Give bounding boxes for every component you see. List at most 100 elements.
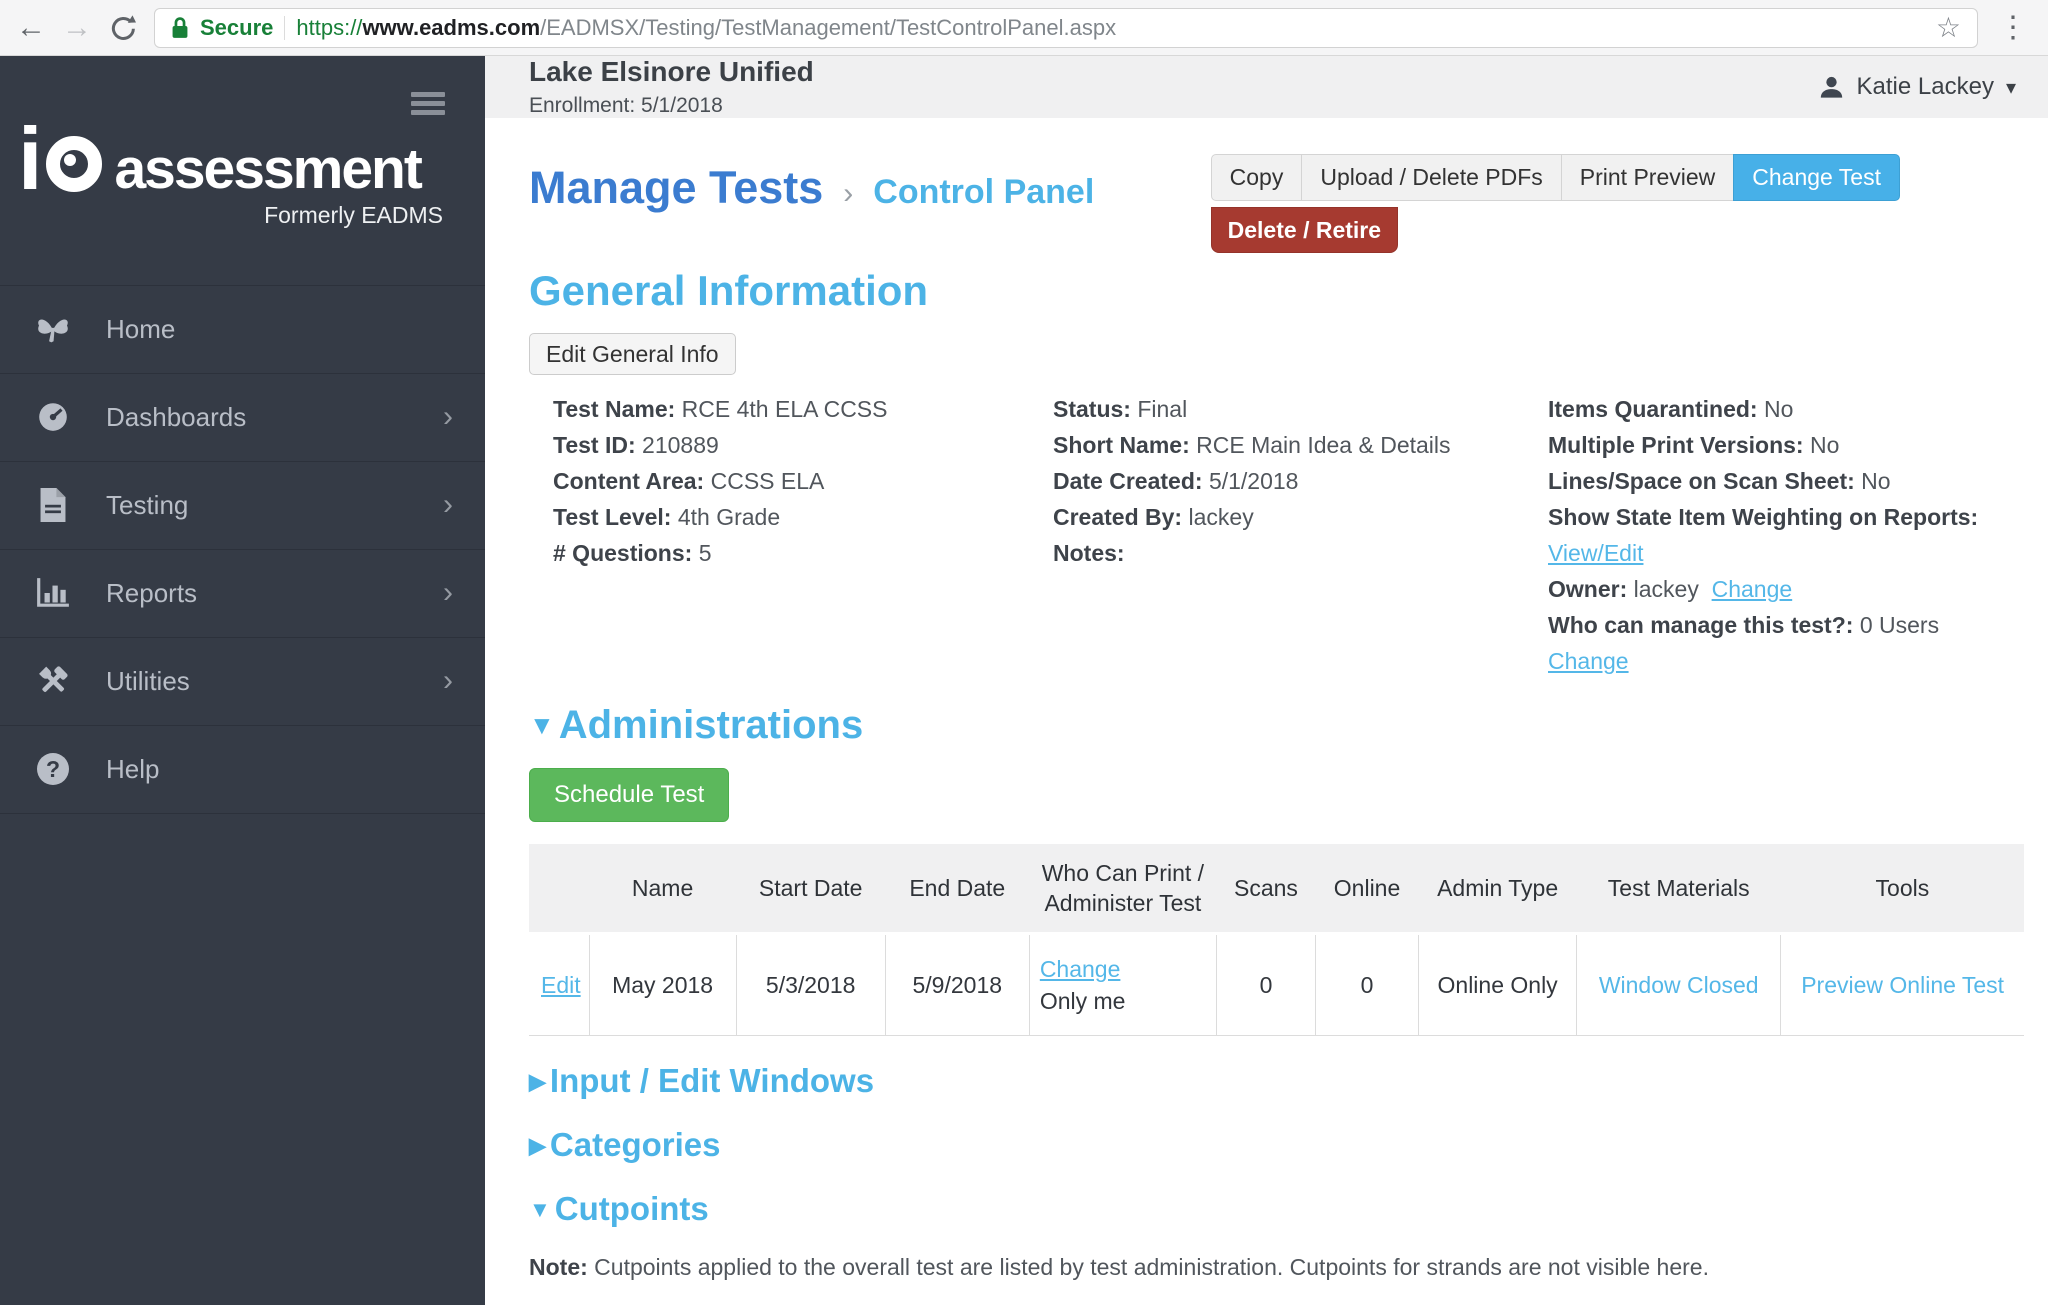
owner-change-link[interactable]: Change — [1712, 576, 1793, 602]
input-edit-windows-heading[interactable]: ▶ Input / Edit Windows — [529, 1062, 2024, 1100]
app-logo: i assessment Formerly EADMS — [0, 109, 485, 229]
preview-online-test-link[interactable]: Preview Online Test — [1801, 972, 2004, 998]
delete-retire-button[interactable]: Delete / Retire — [1210, 207, 1399, 253]
bar-chart-icon — [32, 577, 74, 609]
url-separator — [284, 15, 286, 40]
logo-letter-i: i — [18, 109, 43, 208]
collapse-closed-icon: ▶ — [529, 1133, 546, 1158]
url-path: /EADMSX/Testing/TestManagement/TestContr… — [540, 14, 1117, 40]
breadcrumb-separator-icon: › — [843, 177, 854, 210]
chevron-right-icon: › — [443, 576, 453, 610]
cell-name: May 2018 — [588, 933, 737, 1036]
main-panel: Lake Elsinore Unified Enrollment: 5/1/20… — [485, 56, 2048, 1305]
manage-change-link[interactable]: Change — [1548, 648, 1629, 674]
field-who-can-manage: Who can manage this test?: 0 Users Chang… — [1548, 612, 1940, 674]
back-icon[interactable]: ← — [16, 12, 46, 43]
field-lines-space-scan-sheet: Lines/Space on Scan Sheet: No — [1548, 468, 1891, 494]
sidebar-toggle-icon[interactable] — [411, 92, 445, 115]
cell-scans: 0 — [1215, 933, 1316, 1036]
secure-label: Secure — [200, 14, 274, 40]
sidebar-item-reports[interactable]: Reports › — [0, 550, 485, 638]
logo-wordmark: assessment — [114, 137, 422, 202]
field-status: Status: Final — [1053, 396, 1188, 422]
field-short-name: Short Name: RCE Main Idea & Details — [1053, 432, 1451, 458]
sidebar-item-home[interactable]: Home — [0, 286, 485, 374]
general-info-col3: Items Quarantined: No Multiple Print Ver… — [1548, 391, 2024, 679]
cell-admin-type: Online Only — [1418, 933, 1577, 1036]
collapse-closed-icon: ▶ — [529, 1069, 546, 1094]
sidebar-item-dashboards[interactable]: Dashboards › — [0, 374, 485, 462]
enrollment-date: Enrollment: 5/1/2018 — [529, 94, 723, 117]
field-notes: Notes: — [1053, 540, 1125, 566]
field-num-questions: # Questions: 5 — [553, 540, 712, 566]
reload-icon[interactable] — [108, 13, 138, 43]
col-header-tools: Tools — [1780, 844, 2024, 935]
padlock-icon — [171, 16, 189, 40]
user-icon — [1818, 74, 1845, 101]
page-subtitle: Control Panel — [873, 173, 1095, 211]
administration-row: Edit May 2018 5/3/2018 5/9/2018 Change O… — [529, 933, 2024, 1036]
browser-menu-icon[interactable]: ⋮ — [1994, 10, 2032, 45]
col-header-scans: Scans — [1216, 844, 1316, 935]
field-items-quarantined: Items Quarantined: No — [1548, 396, 1794, 422]
col-header-start-date: Start Date — [736, 844, 886, 935]
sidebar-item-utilities[interactable]: Utilities › — [0, 638, 485, 726]
field-created-by: Created By: lackey — [1053, 504, 1254, 530]
print-preview-button[interactable]: Print Preview — [1560, 154, 1735, 201]
table-header-row: Name Start Date End Date Who Can Print /… — [529, 844, 2024, 935]
view-edit-line: View/Edit — [1548, 535, 2024, 571]
col-header-who-can-print: Who Can Print / Administer Test — [1029, 844, 1217, 935]
edit-general-info-button[interactable]: Edit General Info — [529, 333, 736, 375]
who-value: Only me — [1039, 988, 1126, 1014]
cutpoints-heading[interactable]: ▼ Cutpoints — [529, 1190, 2024, 1228]
copy-button[interactable]: Copy — [1210, 154, 1303, 201]
sidebar-item-label: Reports — [106, 577, 198, 608]
sidebar-item-label: Utilities — [106, 665, 190, 696]
field-date-created: Date Created: 5/1/2018 — [1053, 468, 1299, 494]
top-header: Lake Elsinore Unified Enrollment: 5/1/20… — [485, 56, 2048, 118]
user-menu[interactable]: Katie Lackey ▾ — [1818, 73, 2016, 101]
chevron-right-icon: › — [443, 664, 453, 698]
address-bar[interactable]: Secure https://www.eadms.com/EADMSX/Test… — [154, 7, 1978, 48]
schedule-test-button[interactable]: Schedule Test — [529, 768, 730, 822]
url-host: www.eadms.com — [362, 14, 541, 40]
sidebar-nav: Home Dashboards › Testing › Reports › Ut… — [0, 284, 485, 814]
cell-end-date: 5/9/2018 — [884, 933, 1030, 1036]
cutpoints-note: Note: Cutpoints applied to the overall t… — [529, 1254, 1709, 1280]
view-edit-link[interactable]: View/Edit — [1548, 540, 1643, 566]
general-info-col2: Status: Final Short Name: RCE Main Idea … — [1053, 391, 1548, 679]
chevron-right-icon: › — [443, 488, 453, 522]
dashboard-icon — [32, 401, 74, 433]
sidebar-item-help[interactable]: ? Help — [0, 726, 485, 814]
administrations-heading[interactable]: ▼ Administrations — [529, 703, 2024, 748]
test-actions: Copy Upload / Delete PDFs Print Preview … — [1210, 154, 1900, 253]
field-test-id: Test ID: 210889 — [553, 432, 719, 458]
browser-toolbar: ← → Secure https://www.eadms.com/EADMSX/… — [0, 0, 2048, 56]
logo-tagline: Formerly EADMS — [264, 201, 443, 228]
test-action-group: Copy Upload / Delete PDFs Print Preview … — [1210, 154, 1900, 201]
page-content: Manage Tests › Control Panel Copy Upload… — [485, 118, 2048, 1305]
butterfly-icon — [32, 313, 74, 345]
col-header-edit — [529, 844, 590, 935]
page-title[interactable]: Manage Tests — [529, 162, 823, 214]
url-text[interactable]: https://www.eadms.com/EADMSX/Testing/Tes… — [296, 15, 1116, 41]
upload-delete-pdfs-button[interactable]: Upload / Delete PDFs — [1301, 154, 1562, 201]
who-change-link[interactable]: Change — [1040, 956, 1121, 982]
window-closed-link[interactable]: Window Closed — [1599, 972, 1759, 998]
sidebar-item-testing[interactable]: Testing › — [0, 462, 485, 550]
sidebar-item-label: Help — [106, 753, 160, 784]
logo-eye-icon — [46, 135, 103, 192]
forward-icon[interactable]: → — [62, 12, 92, 43]
url-scheme: https:// — [296, 14, 363, 40]
administrations-table: Name Start Date End Date Who Can Print /… — [529, 844, 2024, 1036]
change-test-button[interactable]: Change Test — [1733, 154, 1900, 201]
col-header-name: Name — [589, 844, 737, 935]
sidebar-item-label: Home — [106, 313, 176, 344]
edit-administration-link[interactable]: Edit — [541, 972, 581, 998]
app-window: i assessment Formerly EADMS Home Dashboa… — [0, 56, 2048, 1305]
categories-heading[interactable]: ▶ Categories — [529, 1126, 2024, 1164]
chevron-right-icon: › — [443, 400, 453, 434]
collapse-open-icon: ▼ — [529, 1197, 551, 1222]
screenshot-root: ← → Secure https://www.eadms.com/EADMSX/… — [0, 0, 2048, 1305]
bookmark-star-icon[interactable]: ☆ — [1936, 11, 1961, 44]
